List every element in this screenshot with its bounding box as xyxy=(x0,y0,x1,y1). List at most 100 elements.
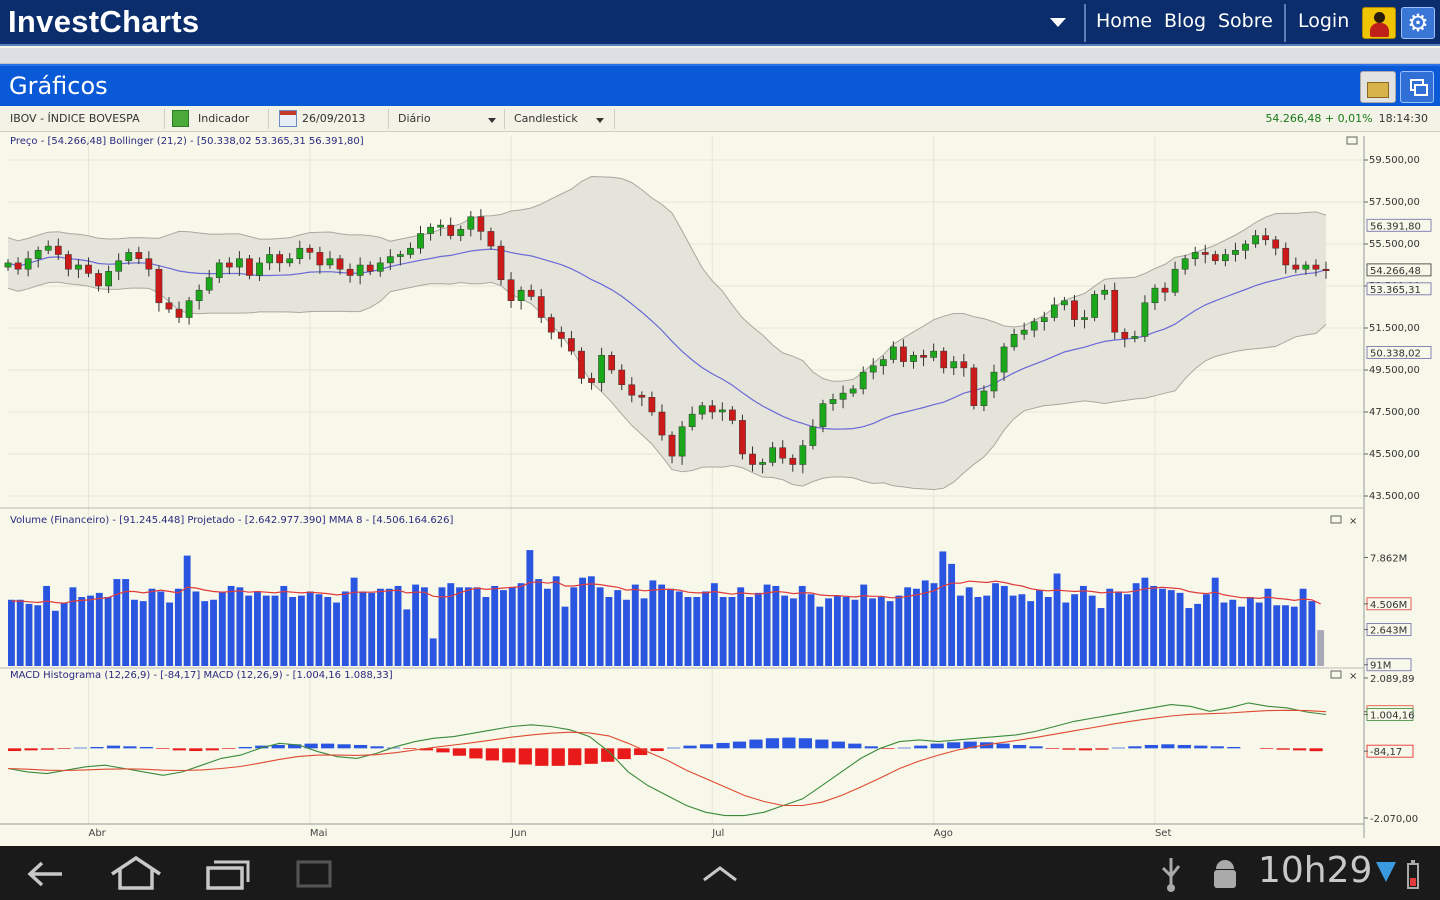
macd-histogram-bar[interactable] xyxy=(370,746,384,749)
macd-histogram-bar[interactable] xyxy=(205,748,219,751)
candle-body[interactable] xyxy=(4,262,12,268)
volume-bar[interactable] xyxy=(772,585,780,666)
macd-histogram-bar[interactable] xyxy=(716,742,730,749)
volume-bar[interactable] xyxy=(658,584,666,666)
candle-body[interactable] xyxy=(276,254,284,264)
candle-body[interactable] xyxy=(1020,329,1028,335)
candle-body[interactable] xyxy=(920,355,927,358)
volume-bar[interactable] xyxy=(1132,583,1140,666)
candle-body[interactable] xyxy=(799,445,807,465)
candle-body[interactable] xyxy=(1061,300,1068,306)
candle-body[interactable] xyxy=(1282,247,1290,266)
volume-bar[interactable] xyxy=(25,603,33,666)
candle-body[interactable] xyxy=(568,338,575,352)
macd-histogram-bar[interactable] xyxy=(436,748,450,753)
volume-bar[interactable] xyxy=(280,585,288,666)
macd-histogram-bar[interactable] xyxy=(1227,746,1241,749)
candle-body[interactable] xyxy=(1272,239,1280,249)
volume-bar[interactable] xyxy=(842,597,850,666)
macd-histogram-bar[interactable] xyxy=(1111,747,1126,749)
macd-histogram-bar[interactable] xyxy=(172,748,186,751)
candle-body[interactable] xyxy=(547,317,555,333)
macd-histogram-bar[interactable] xyxy=(485,748,499,761)
candle-body[interactable] xyxy=(1050,304,1058,318)
candle-body[interactable] xyxy=(205,277,213,291)
volume-bar[interactable] xyxy=(1088,595,1096,666)
back-icon[interactable] xyxy=(24,854,68,894)
macd-histogram-bar[interactable] xyxy=(156,748,170,750)
volume-bar[interactable] xyxy=(1317,630,1325,666)
candle-body[interactable] xyxy=(266,254,273,264)
candle-body[interactable] xyxy=(105,271,112,287)
volume-bar[interactable] xyxy=(315,594,323,666)
candle-body[interactable] xyxy=(145,258,153,270)
volume-bar[interactable] xyxy=(166,602,174,666)
volume-bar[interactable] xyxy=(790,598,797,666)
volume-bar[interactable] xyxy=(438,587,446,666)
candle-body[interactable] xyxy=(980,390,988,406)
macd-panel-close-icon[interactable]: × xyxy=(1349,671,1357,682)
candle-body[interactable] xyxy=(1101,289,1109,295)
volume-bar[interactable] xyxy=(482,597,490,666)
candle-body[interactable] xyxy=(1161,287,1169,293)
menu-chevron-up-icon[interactable] xyxy=(700,854,740,894)
volume-bar[interactable] xyxy=(377,588,384,666)
candle-body[interactable] xyxy=(1181,258,1189,270)
macd-histogram-bar[interactable] xyxy=(502,748,516,763)
candle-body[interactable] xyxy=(648,397,656,413)
macd-histogram-bar[interactable] xyxy=(568,748,582,766)
candle-body[interactable] xyxy=(769,447,777,463)
macd-histogram-bar[interactable] xyxy=(24,748,38,751)
volume-bar[interactable] xyxy=(403,609,411,666)
candle-body[interactable] xyxy=(467,216,475,230)
candle-body[interactable] xyxy=(316,252,324,266)
volume-bar[interactable] xyxy=(43,585,51,666)
period-chevron-down-icon[interactable] xyxy=(484,113,496,126)
macd-histogram-bar[interactable] xyxy=(947,742,961,749)
candle-body[interactable] xyxy=(356,264,364,276)
volume-bar[interactable] xyxy=(1150,585,1158,666)
charts-area[interactable]: 59.500,0057.500,0055.500,0053.500,0051.5… xyxy=(0,132,1440,846)
macd-histogram-bar[interactable] xyxy=(40,748,55,750)
chart-type-chevron-down-icon[interactable] xyxy=(592,113,604,126)
candle-body[interactable] xyxy=(1222,254,1229,262)
candle-body[interactable] xyxy=(346,268,354,276)
macd-histogram-bar[interactable] xyxy=(1177,744,1191,749)
volume-bar[interactable] xyxy=(227,585,235,666)
chart-type-select[interactable]: Candlestick xyxy=(514,112,578,125)
brand-logo[interactable]: InvestCharts xyxy=(8,4,199,40)
volume-bar[interactable] xyxy=(781,595,789,666)
volume-bar[interactable] xyxy=(420,587,428,666)
volume-bar[interactable] xyxy=(69,587,77,666)
candle-body[interactable] xyxy=(225,262,233,268)
candle-body[interactable] xyxy=(698,405,706,415)
candle-body[interactable] xyxy=(306,247,314,253)
volume-bar[interactable] xyxy=(1097,608,1105,666)
macd-histogram-bar[interactable] xyxy=(1045,748,1060,750)
volume-bar[interactable] xyxy=(104,597,112,666)
volume-bar[interactable] xyxy=(913,588,920,666)
volume-bar[interactable] xyxy=(359,591,367,666)
macd-histogram-bar[interactable] xyxy=(518,748,532,765)
candle-body[interactable] xyxy=(1121,331,1129,339)
volume-bar[interactable] xyxy=(1238,606,1245,666)
volume-bar[interactable] xyxy=(8,599,15,666)
macd-histogram-bar[interactable] xyxy=(831,741,845,749)
volume-bar[interactable] xyxy=(1229,599,1237,666)
volume-bar[interactable] xyxy=(201,601,209,666)
volume-bar[interactable] xyxy=(1167,590,1175,666)
macd-histogram-bar[interactable] xyxy=(667,747,681,749)
macd-histogram-bar[interactable] xyxy=(815,739,829,749)
candle-body[interactable] xyxy=(85,264,92,274)
volume-bar[interactable] xyxy=(131,599,138,666)
volume-bar[interactable] xyxy=(605,597,613,666)
candle-body[interactable] xyxy=(256,262,263,276)
candle-body[interactable] xyxy=(628,384,636,396)
macd-histogram-bar[interactable] xyxy=(452,748,467,756)
candle-body[interactable] xyxy=(1322,268,1330,271)
candle-body[interactable] xyxy=(397,254,404,257)
volume-bar[interactable] xyxy=(262,595,270,666)
candle-body[interactable] xyxy=(537,296,545,318)
volume-bar[interactable] xyxy=(816,606,824,666)
candle-body[interactable] xyxy=(900,346,907,362)
